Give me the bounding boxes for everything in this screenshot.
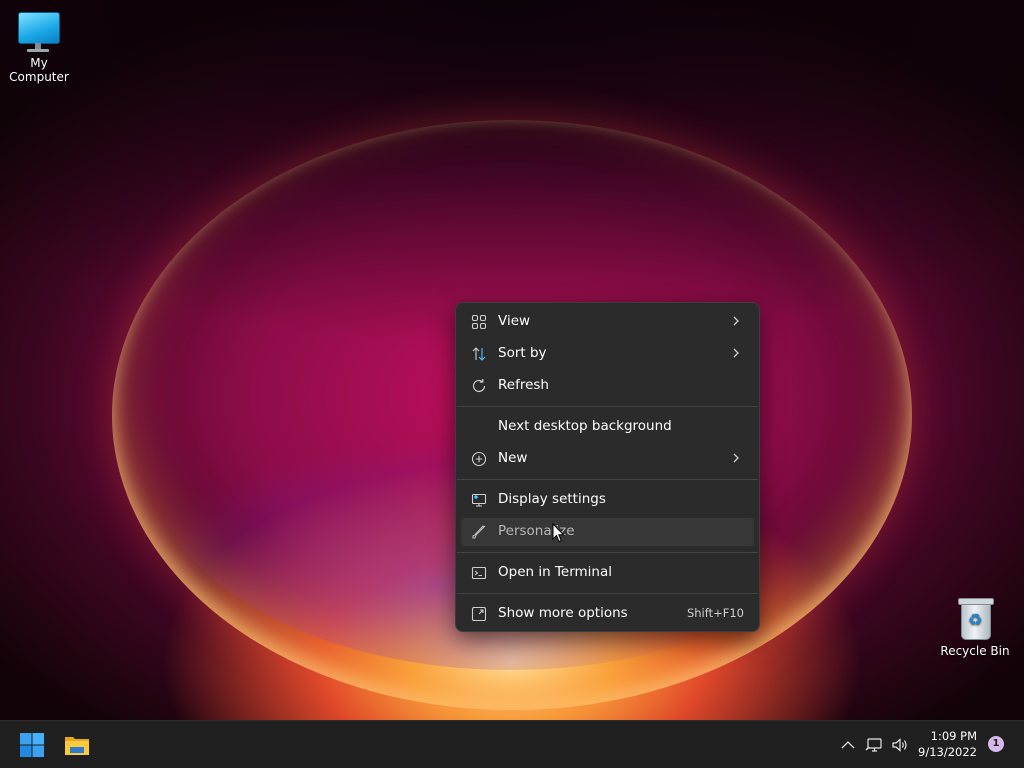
menu-item-sort-by[interactable]: Sort by (461, 340, 754, 368)
shortcut-hint: Shift+F10 (686, 606, 744, 620)
desktop-icon-label: Recycle Bin (940, 644, 1010, 658)
desktop-icon-recycle-bin[interactable]: ♻ Recycle Bin (935, 598, 1015, 658)
taskbar-clock[interactable]: 1:09 PM 9/13/2022 (918, 728, 977, 760)
plus-circle-icon (471, 451, 487, 467)
notification-badge[interactable]: 1 (988, 736, 1004, 752)
recycle-bin-icon: ♻ (951, 598, 999, 642)
menu-item-label: Open in Terminal (498, 564, 612, 580)
desktop-context-menu: View Sort by Refresh Next desktop backgr… (455, 302, 760, 632)
clock-date: 9/13/2022 (918, 745, 977, 759)
menu-item-view[interactable]: View (461, 308, 754, 336)
desktop-icon-my-computer[interactable]: My Computer (0, 10, 79, 84)
taskbar: 1:09 PM 9/13/2022 1 (0, 720, 1024, 768)
menu-item-label: Refresh (498, 377, 549, 393)
network-icon[interactable] (865, 735, 885, 755)
desktop[interactable]: My Computer ♻ Recycle Bin View Sort by R… (0, 0, 1024, 720)
menu-item-refresh[interactable]: Refresh (461, 372, 754, 400)
menu-item-open-in-terminal[interactable]: Open in Terminal (461, 559, 754, 587)
menu-item-next-desktop-background[interactable]: Next desktop background (461, 413, 754, 441)
menu-item-label: Sort by (498, 345, 547, 361)
menu-item-label: Next desktop background (498, 418, 672, 434)
menu-separator (457, 552, 758, 553)
menu-item-personalize[interactable]: Personalize (461, 518, 754, 546)
menu-item-show-more-options[interactable]: Show more options Shift+F10 (461, 600, 754, 628)
file-explorer-icon[interactable] (61, 729, 93, 761)
menu-item-label: View (498, 313, 531, 329)
menu-item-display-settings[interactable]: Display settings (461, 486, 754, 514)
menu-item-label: New (498, 450, 528, 466)
menu-separator (457, 479, 758, 480)
menu-item-new[interactable]: New (461, 445, 754, 473)
display-icon (471, 492, 487, 508)
volume-icon[interactable] (890, 735, 910, 755)
menu-item-label: Display settings (498, 491, 606, 507)
brush-icon (471, 524, 487, 540)
monitor-icon (15, 10, 63, 54)
chevron-right-icon (732, 346, 740, 360)
chevron-right-icon (732, 314, 740, 328)
menu-item-label: Show more options (498, 605, 628, 621)
menu-separator (457, 406, 758, 407)
clock-time: 1:09 PM (930, 729, 977, 743)
chevron-up-icon[interactable] (838, 735, 858, 755)
expand-icon (471, 606, 487, 622)
refresh-icon (471, 378, 487, 394)
menu-separator (457, 593, 758, 594)
grid-icon (471, 314, 487, 330)
windows-start-icon[interactable] (16, 729, 48, 761)
desktop-icon-label: My Computer (9, 56, 69, 84)
terminal-icon (471, 565, 487, 581)
chevron-right-icon (732, 451, 740, 465)
mouse-pointer-icon (552, 523, 565, 543)
sort-arrows-icon (471, 346, 487, 362)
